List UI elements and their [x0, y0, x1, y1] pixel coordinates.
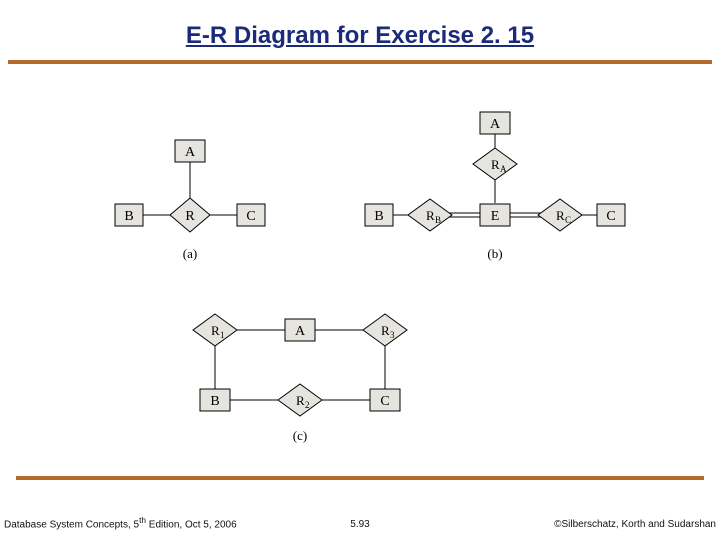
b-entity-c: C: [606, 209, 615, 224]
entity-c-label: C: [246, 209, 255, 224]
b-rb: R: [426, 208, 435, 223]
diagram-container: A B C R (a) A R A B: [100, 100, 655, 470]
b-entity-a: A: [490, 117, 501, 132]
c-r2-sub: 2: [305, 400, 310, 410]
c-r3-sub: 3: [390, 330, 395, 340]
b-ra-sub: A: [500, 164, 507, 174]
b-rc: R: [556, 208, 565, 223]
subfig-a: A B C R (a): [115, 140, 265, 261]
b-rc-sub: C: [565, 215, 571, 225]
c-r1: R: [211, 323, 220, 338]
b-rb-sub: B: [435, 215, 441, 225]
er-diagram-svg: A B C R (a) A R A B: [100, 100, 655, 470]
c-entity-a: A: [295, 324, 306, 339]
c-entity-c: C: [380, 394, 389, 409]
page-title: E-R Diagram for Exercise 2. 15: [0, 0, 720, 56]
entity-a-label: A: [185, 145, 196, 160]
subfig-c-caption: (c): [293, 428, 307, 443]
c-r2: R: [296, 393, 305, 408]
c-entity-b: B: [210, 394, 219, 409]
subfig-b-caption: (b): [487, 246, 502, 261]
footer-right: ©Silberschatz, Korth and Sudarshan: [554, 519, 716, 530]
b-entity-b: B: [374, 209, 383, 224]
top-rule: [8, 60, 712, 64]
c-r1-sub: 1: [220, 330, 225, 340]
rel-r-label: R: [185, 209, 195, 224]
b-ra: R: [491, 157, 500, 172]
subfig-c: R 1 A R 3 B R 2 C (c): [193, 314, 407, 443]
entity-b-label: B: [124, 209, 133, 224]
c-r3: R: [381, 323, 390, 338]
subfig-a-caption: (a): [183, 246, 197, 261]
b-entity-e: E: [491, 209, 500, 224]
bottom-rule: [16, 476, 704, 480]
subfig-b: A R A B R B E R C C (b): [365, 112, 625, 261]
